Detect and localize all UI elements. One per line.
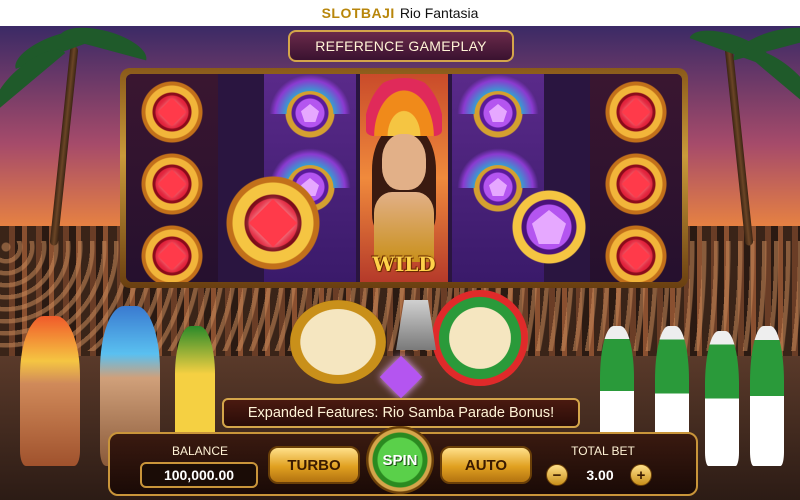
large-amethyst-symbol [494,172,604,282]
band-member [705,331,739,466]
turbo-button[interactable]: TURBO [268,446,360,484]
features-banner: Expanded Features: Rio Samba Parade Bonu… [222,398,580,428]
tambourine-drum-icon [290,300,386,384]
ruby-symbol [604,224,668,282]
palm-tree-left [49,46,79,246]
reel-3-wild: WILD [360,74,448,282]
ruby-symbol [604,80,668,144]
reference-gameplay-plaque: REFERENCE GAMEPLAY [288,30,514,62]
ruby-symbol [140,152,204,216]
wild-dancer-face [382,134,426,190]
total-bet-value: 3.00 [586,467,614,483]
balance-label: BALANCE [171,444,229,458]
band-member [750,326,784,466]
large-ruby-symbol [218,168,328,278]
reel-1 [126,74,218,282]
wild-label: WILD [372,252,436,276]
game-title: Rio Fantasia [399,5,479,21]
ruby-symbol [140,80,204,144]
brand-name: SLOTBAJI [321,5,395,21]
amethyst-symbol [457,74,539,148]
ruby-symbol [604,152,668,216]
auto-button[interactable]: AUTO [440,446,532,484]
increase-bet-button[interactable]: + [630,464,652,486]
ruby-symbol [140,224,204,282]
decrease-bet-button[interactable]: − [546,464,568,486]
title-bar: SLOTBAJI Rio Fantasia [0,0,800,26]
drummer [175,326,215,446]
amethyst-symbol [269,74,351,148]
snare-drum-icon [432,290,528,386]
balance-value: 100,000.00 [140,462,258,488]
feather-headdress [366,78,442,136]
samba-dancer [20,316,80,466]
palm-tree-right [724,46,754,246]
spin-button[interactable]: SPIN [366,426,434,494]
total-bet-label: TOTAL BET [571,444,635,458]
